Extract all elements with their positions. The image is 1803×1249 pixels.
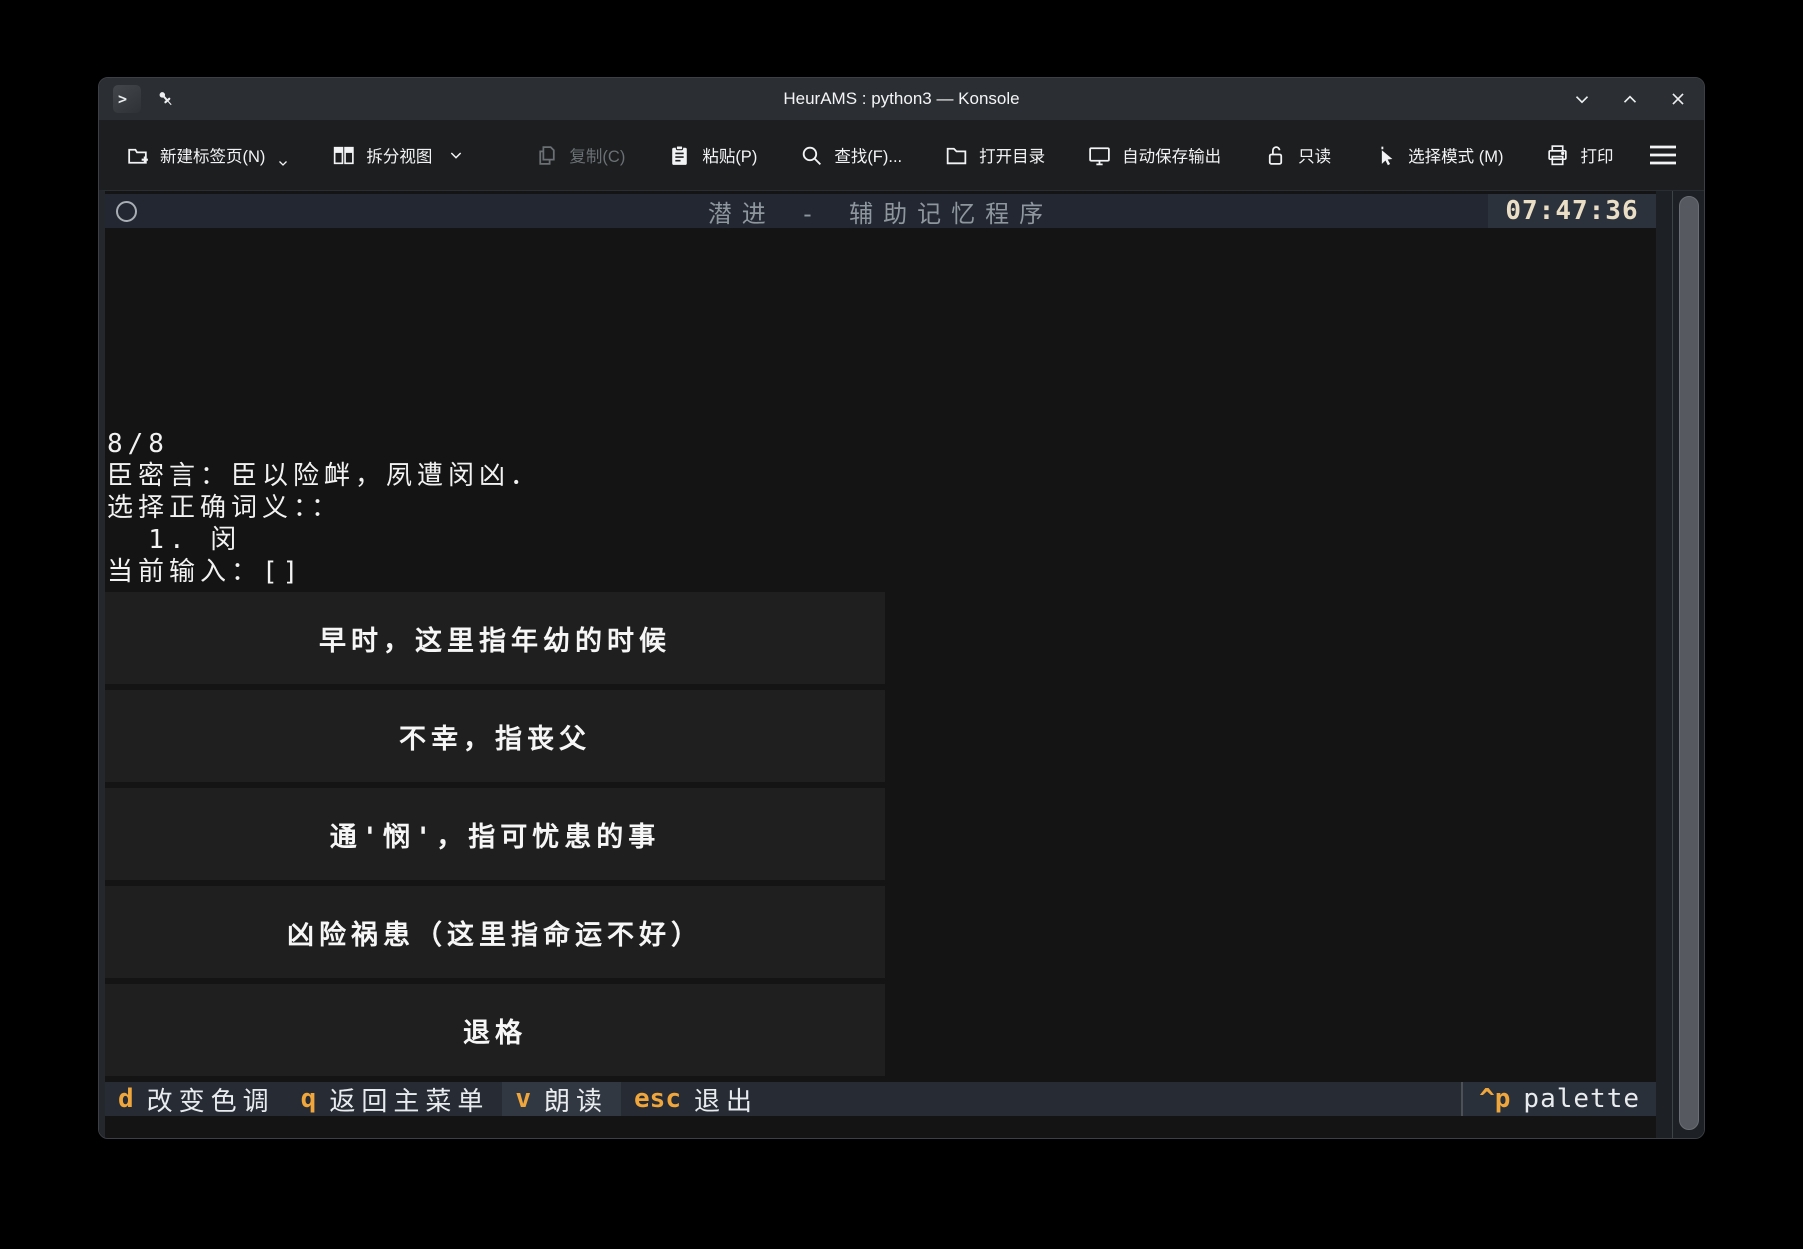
select-mode-button[interactable]: 选择模式 (M) (1373, 143, 1503, 168)
title-bar: > HeurAMS : python3 — Konsole (99, 78, 1704, 120)
terminal-icon: > (113, 85, 141, 113)
folder-icon (944, 143, 969, 168)
chevron-down-icon[interactable] (448, 147, 464, 163)
answer-option[interactable]: 不幸，指丧父 (105, 690, 885, 782)
answer-option[interactable]: 退格 (105, 984, 885, 1076)
shortcut-palette[interactable]: ^p palette (1461, 1082, 1656, 1116)
answer-option[interactable]: 凶险祸患（这里指命运不好） (105, 886, 885, 978)
split-view-button[interactable]: 拆分视图 (331, 143, 464, 168)
answer-option[interactable]: 通'悯'，指可忧患的事 (105, 788, 885, 880)
chevron-down-icon[interactable] (277, 157, 289, 169)
search-icon (799, 143, 824, 168)
shortcut-label: 返回主菜单 (329, 1081, 489, 1118)
pin-icon[interactable] (155, 88, 177, 110)
print-label: 打印 (1580, 143, 1613, 167)
scrollbar-track[interactable] (1656, 191, 1704, 1138)
app-title: 潜进 - 辅助记忆程序 (105, 194, 1656, 229)
shortcut-key: v (515, 1084, 531, 1114)
chevron-up-icon (1619, 88, 1641, 110)
close-icon (1667, 88, 1689, 110)
find-button[interactable]: 查找(F)... (799, 143, 902, 168)
progress-counter: 8/8 (107, 428, 1656, 460)
shortcut-label: 改变色调 (147, 1081, 275, 1118)
autosave-output-button[interactable]: 自动保存输出 (1087, 143, 1221, 168)
word-item-line: 1. 闵 (107, 524, 1656, 556)
paste-icon (667, 143, 692, 168)
answer-options: 早时，这里指年幼的时候 不幸，指丧父 通'悯'，指可忧患的事 凶险祸患（这里指命… (105, 592, 885, 1082)
shortcut-key: esc (634, 1084, 681, 1114)
paste-label: 粘贴(P) (702, 143, 757, 167)
shortcut-read-aloud[interactable]: v 朗读 (502, 1082, 621, 1116)
copy-label: 复制(C) (569, 143, 625, 167)
printer-icon (1545, 143, 1570, 168)
app-header-bar: 潜进 - 辅助记忆程序 07:47:36 (105, 194, 1656, 228)
scrollbar-thumb[interactable] (1679, 196, 1699, 1130)
autosave-output-label: 自动保存输出 (1122, 143, 1221, 167)
paste-button[interactable]: 粘贴(P) (667, 143, 757, 168)
find-label: 查找(F)... (834, 143, 902, 167)
lock-open-icon (1263, 143, 1288, 168)
read-only-button[interactable]: 只读 (1263, 143, 1331, 168)
select-mode-label: 选择模式 (M) (1408, 143, 1503, 167)
question-block: 8/8 臣密言：臣以险衅，夙遭闵凶． 选择正确词义：： 1. 闵 当前输入：[] (105, 428, 1656, 588)
maximize-button[interactable] (1618, 87, 1642, 111)
sentence-line: 臣密言：臣以险衅，夙遭闵凶． (107, 460, 1656, 492)
copy-button: 复制(C) (534, 143, 625, 168)
new-tab-icon (125, 143, 150, 168)
konsole-window: > HeurAMS : python3 — Konsole (98, 77, 1705, 1139)
monitor-icon (1087, 143, 1112, 168)
shortcut-key: ^p (1479, 1084, 1510, 1114)
open-directory-label: 打开目录 (979, 143, 1045, 167)
split-view-icon (331, 143, 356, 168)
close-button[interactable] (1666, 87, 1690, 111)
minimize-button[interactable] (1570, 87, 1594, 111)
shortcut-change-tint[interactable]: d 改变色调 (105, 1082, 288, 1116)
shortcut-main-menu[interactable]: q 返回主菜单 (288, 1082, 503, 1116)
shortcut-label: 退出 (694, 1081, 758, 1118)
open-directory-button[interactable]: 打开目录 (944, 143, 1045, 168)
current-input-line: 当前输入：[] (107, 556, 1656, 588)
new-tab-label: 新建标签页(N) (160, 143, 265, 167)
shortcut-key: q (301, 1084, 317, 1114)
status-bar: d 改变色调 q 返回主菜单 v 朗读 esc 退出 (105, 1082, 1656, 1116)
circle-icon (116, 201, 137, 222)
copy-icon (534, 143, 559, 168)
hamburger-icon[interactable] (1648, 142, 1678, 168)
clock: 07:47:36 (1488, 194, 1656, 228)
answer-option[interactable]: 早时，这里指年幼的时候 (105, 592, 885, 684)
cursor-icon (1373, 143, 1398, 168)
print-button[interactable]: 打印 (1545, 143, 1613, 168)
prompt-line: 选择正确词义：： (107, 492, 1656, 524)
chevron-down-icon (1571, 88, 1593, 110)
window-title: HeurAMS : python3 — Konsole (99, 89, 1704, 109)
shortcut-exit[interactable]: esc 退出 (621, 1082, 771, 1116)
terminal-view[interactable]: 潜进 - 辅助记忆程序 07:47:36 8/8 臣密言：臣以险衅，夙遭闵凶． … (99, 190, 1704, 1138)
shortcut-key: d (118, 1084, 134, 1114)
shortcut-label: 朗读 (544, 1081, 608, 1118)
read-only-label: 只读 (1298, 143, 1331, 167)
toolbar: 新建标签页(N) 拆分视图 (99, 120, 1704, 190)
shortcut-label: palette (1523, 1084, 1640, 1114)
split-view-label: 拆分视图 (366, 143, 432, 167)
new-tab-button[interactable]: 新建标签页(N) (125, 143, 289, 168)
